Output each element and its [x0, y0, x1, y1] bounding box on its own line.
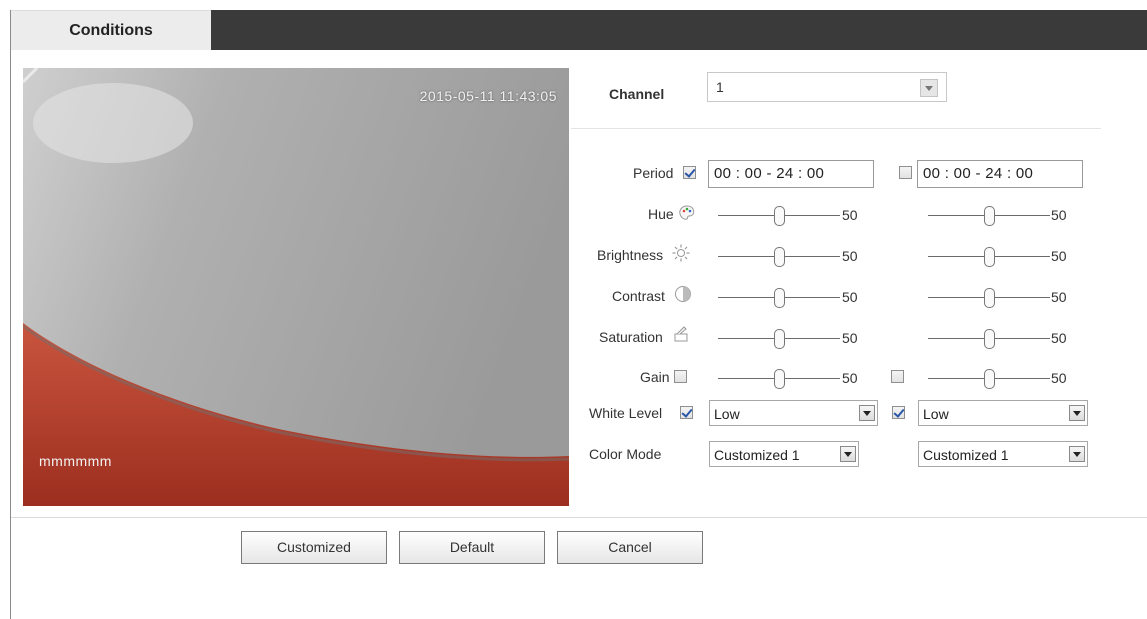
color-mode-2-select[interactable]: Customized 1: [918, 441, 1088, 467]
contrast-2-slider[interactable]: [928, 288, 1050, 308]
hue-2-slider-thumb[interactable]: [984, 206, 995, 226]
contrast-2-value: 50: [1051, 289, 1067, 305]
gain-1-slider[interactable]: [718, 369, 840, 389]
white-level-2-select[interactable]: Low: [918, 400, 1088, 426]
gain-1-value: 50: [842, 370, 858, 386]
cancel-button[interactable]: Cancel: [557, 531, 703, 564]
channel-label: Channel: [609, 86, 665, 102]
white-level-1-select[interactable]: Low: [709, 400, 878, 426]
saturation-icon: [674, 326, 688, 342]
saturation-1-value: 50: [842, 330, 858, 346]
gain-1-checkbox[interactable]: [674, 370, 687, 383]
gain-label: Gain: [640, 369, 670, 385]
saturation-1-slider[interactable]: [718, 329, 840, 349]
contrast-label: Contrast: [612, 288, 665, 304]
contrast-1-slider-thumb[interactable]: [774, 288, 785, 308]
saturation-2-slider-thumb[interactable]: [984, 329, 995, 349]
video-preview: 2015-05-11 11:43:05 mmmmmm: [23, 68, 569, 506]
divider: [11, 517, 1147, 518]
palette-icon: [679, 205, 695, 220]
brightness-2-value: 50: [1051, 248, 1067, 264]
period-1-checkbox[interactable]: [683, 166, 696, 179]
chevron-down-icon[interactable]: [1069, 446, 1085, 462]
brightness-2-slider[interactable]: [928, 247, 1050, 267]
hue-2-value: 50: [1051, 207, 1067, 223]
gain-2-checkbox[interactable]: [891, 370, 904, 383]
default-button[interactable]: Default: [399, 531, 545, 564]
period-1-time-input[interactable]: 00 : 00 - 24 : 00: [708, 160, 874, 188]
hue-2-slider[interactable]: [928, 206, 1050, 226]
brightness-1-slider[interactable]: [718, 247, 840, 267]
video-frame-image: [23, 68, 569, 506]
saturation-2-slider[interactable]: [928, 329, 1050, 349]
tab-conditions[interactable]: Conditions: [11, 10, 211, 50]
brightness-2-slider-thumb[interactable]: [984, 247, 995, 267]
hue-1-value: 50: [842, 207, 858, 223]
hue-label: Hue: [648, 206, 674, 222]
hue-1-slider-thumb[interactable]: [774, 206, 785, 226]
video-timestamp: 2015-05-11 11:43:05: [419, 88, 557, 104]
gain-2-slider-thumb[interactable]: [984, 369, 995, 389]
color-mode-label: Color Mode: [589, 446, 662, 462]
gain-2-value: 50: [1051, 370, 1067, 386]
white-level-1-value: Low: [714, 406, 740, 422]
gain-1-slider-thumb[interactable]: [774, 369, 785, 389]
white-level-1-checkbox[interactable]: [680, 406, 693, 419]
period-label: Period: [633, 165, 674, 181]
white-level-2-checkbox[interactable]: [892, 406, 905, 419]
chevron-down-icon[interactable]: [840, 446, 856, 462]
contrast-1-value: 50: [842, 289, 858, 305]
brightness-1-slider-thumb[interactable]: [774, 247, 785, 267]
hue-1-slider[interactable]: [718, 206, 840, 226]
customized-button[interactable]: Customized: [241, 531, 387, 564]
brightness-1-value: 50: [842, 248, 858, 264]
divider: [571, 128, 1101, 129]
saturation-2-value: 50: [1051, 330, 1067, 346]
chevron-down-icon[interactable]: [859, 405, 875, 421]
saturation-label: Saturation: [599, 329, 663, 345]
gain-2-slider[interactable]: [928, 369, 1050, 389]
color-mode-2-value: Customized 1: [923, 447, 1009, 463]
chevron-down-icon[interactable]: [1069, 405, 1085, 421]
tab-bar: Conditions: [11, 10, 1147, 50]
color-mode-1-value: Customized 1: [714, 447, 800, 463]
color-mode-1-select[interactable]: Customized 1: [709, 441, 859, 467]
period-2-checkbox[interactable]: [899, 166, 912, 179]
saturation-1-slider-thumb[interactable]: [774, 329, 785, 349]
contrast-2-slider-thumb[interactable]: [984, 288, 995, 308]
period-2-time-input[interactable]: 00 : 00 - 24 : 00: [917, 160, 1083, 188]
contrast-1-slider[interactable]: [718, 288, 840, 308]
white-level-label: White Level: [589, 405, 663, 421]
white-level-2-value: Low: [923, 406, 949, 422]
chevron-down-icon[interactable]: [920, 79, 938, 97]
channel-select-value: 1: [716, 79, 724, 95]
brightness-label: Brightness: [597, 247, 664, 263]
contrast-icon: [675, 286, 691, 302]
video-channel-label: mmmmmm: [39, 453, 112, 469]
sun-icon: [672, 244, 690, 262]
channel-select[interactable]: 1: [707, 72, 947, 102]
settings-panel: Conditions 2015-05-11 11:43:05 mmmmmm Ch…: [10, 10, 1147, 619]
